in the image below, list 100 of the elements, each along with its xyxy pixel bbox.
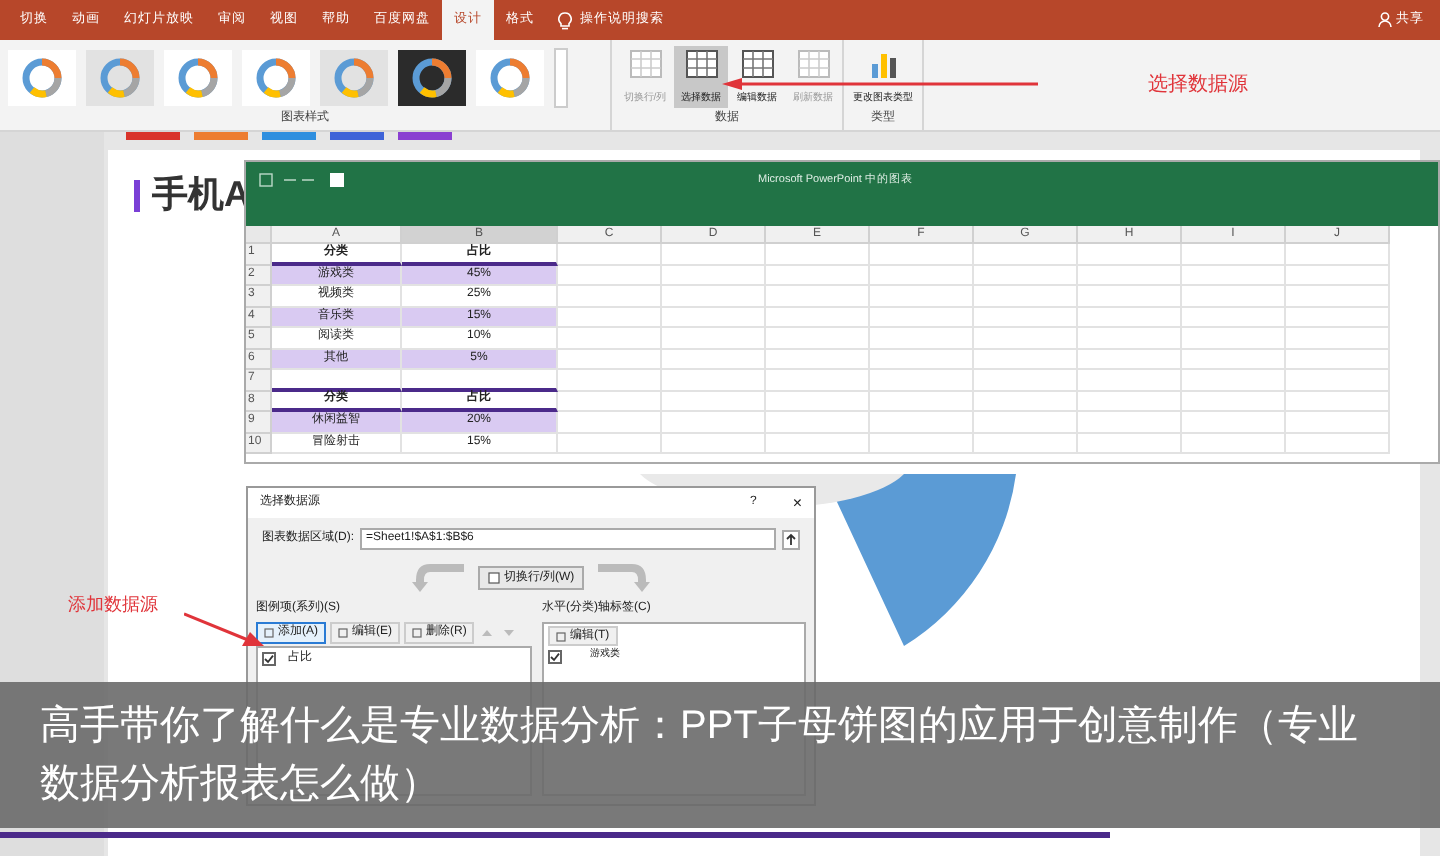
table-cell[interactable]	[1078, 349, 1182, 370]
table-cell[interactable]	[766, 244, 870, 265]
table-cell[interactable]	[558, 328, 662, 349]
table-cell[interactable]	[1286, 391, 1390, 412]
color-swatch[interactable]	[262, 132, 316, 140]
color-swatch[interactable]	[126, 132, 180, 140]
chart-style-thumbnail[interactable]	[398, 50, 466, 106]
table-cell[interactable]	[662, 307, 766, 328]
table-cell[interactable]	[558, 433, 662, 454]
table-cell[interactable]	[662, 244, 766, 265]
table-cell[interactable]	[1078, 433, 1182, 454]
table-cell[interactable]	[974, 307, 1078, 328]
table-cell[interactable]	[870, 433, 974, 454]
table-cell[interactable]	[870, 349, 974, 370]
select-all-corner[interactable]	[246, 226, 272, 244]
chart-style-thumbnail[interactable]	[8, 50, 76, 106]
table-cell[interactable]	[662, 370, 766, 391]
table-cell[interactable]	[1182, 433, 1286, 454]
table-cell[interactable]	[766, 286, 870, 307]
table-cell[interactable]	[870, 391, 974, 412]
chart-style-thumbnail[interactable]	[242, 50, 310, 106]
table-cell[interactable]	[1182, 328, 1286, 349]
table-cell[interactable]	[1078, 391, 1182, 412]
table-cell[interactable]	[1182, 370, 1286, 391]
table-cell[interactable]	[870, 244, 974, 265]
table-cell[interactable]	[1182, 286, 1286, 307]
table-cell[interactable]	[1182, 349, 1286, 370]
table-cell[interactable]	[1286, 349, 1390, 370]
table-cell[interactable]	[1078, 412, 1182, 433]
table-cell[interactable]	[766, 349, 870, 370]
table-cell[interactable]	[1286, 370, 1390, 391]
table-cell[interactable]	[662, 412, 766, 433]
checkbox[interactable]	[262, 652, 276, 666]
table-cell[interactable]	[662, 328, 766, 349]
table-cell[interactable]	[766, 412, 870, 433]
table-cell[interactable]	[974, 412, 1078, 433]
table-cell[interactable]	[1078, 286, 1182, 307]
chart-style-thumbnail[interactable]	[86, 50, 154, 106]
table-cell[interactable]	[1078, 265, 1182, 286]
table-cell[interactable]	[272, 370, 402, 391]
table-cell[interactable]	[766, 433, 870, 454]
close-button[interactable]: ×	[792, 491, 802, 515]
color-swatch[interactable]	[398, 132, 452, 140]
color-swatch[interactable]	[194, 132, 248, 140]
table-cell[interactable]	[974, 265, 1078, 286]
table-cell[interactable]	[558, 349, 662, 370]
collapse-icon[interactable]	[782, 529, 800, 549]
table-cell[interactable]	[558, 370, 662, 391]
table-cell[interactable]	[1286, 265, 1390, 286]
table-cell[interactable]	[870, 286, 974, 307]
table-cell[interactable]	[766, 307, 870, 328]
table-cell[interactable]	[870, 370, 974, 391]
table-cell[interactable]	[558, 265, 662, 286]
table-cell[interactable]	[1286, 307, 1390, 328]
table-cell[interactable]	[1078, 328, 1182, 349]
table-cell[interactable]	[558, 391, 662, 412]
table-cell[interactable]	[974, 244, 1078, 265]
table-cell[interactable]	[974, 370, 1078, 391]
table-cell[interactable]	[766, 370, 870, 391]
color-swatch[interactable]	[330, 132, 384, 140]
table-cell[interactable]	[974, 286, 1078, 307]
table-cell[interactable]	[662, 286, 766, 307]
table-cell[interactable]	[402, 370, 558, 391]
table-cell[interactable]	[1182, 244, 1286, 265]
chart-style-thumbnail[interactable]	[164, 50, 232, 106]
table-cell[interactable]	[1286, 328, 1390, 349]
table-cell[interactable]	[766, 265, 870, 286]
table-cell[interactable]	[870, 265, 974, 286]
table-cell[interactable]	[1182, 307, 1286, 328]
table-cell[interactable]	[1286, 412, 1390, 433]
table-cell[interactable]	[974, 391, 1078, 412]
table-cell[interactable]	[558, 286, 662, 307]
table-cell[interactable]	[1286, 433, 1390, 454]
table-cell[interactable]	[1182, 391, 1286, 412]
table-cell[interactable]	[1182, 265, 1286, 286]
table-cell[interactable]	[662, 391, 766, 412]
table-cell[interactable]	[766, 328, 870, 349]
table-cell[interactable]	[974, 328, 1078, 349]
table-cell[interactable]	[1286, 286, 1390, 307]
table-cell[interactable]	[1078, 370, 1182, 391]
table-cell[interactable]	[870, 307, 974, 328]
table-cell[interactable]	[870, 328, 974, 349]
table-cell[interactable]	[662, 433, 766, 454]
table-cell[interactable]	[662, 349, 766, 370]
table-cell[interactable]	[870, 412, 974, 433]
checkbox[interactable]	[548, 649, 562, 663]
chart-style-thumbnail[interactable]	[476, 50, 544, 106]
table-cell[interactable]	[974, 349, 1078, 370]
gallery-scrollbar[interactable]	[554, 48, 568, 108]
table-cell[interactable]	[1078, 244, 1182, 265]
table-cell[interactable]	[558, 307, 662, 328]
table-cell[interactable]	[662, 265, 766, 286]
table-cell[interactable]	[974, 433, 1078, 454]
table-cell[interactable]	[558, 244, 662, 265]
table-cell[interactable]	[558, 412, 662, 433]
chart-style-thumbnail[interactable]	[320, 50, 388, 106]
table-cell[interactable]	[766, 391, 870, 412]
table-cell[interactable]	[1078, 307, 1182, 328]
table-cell[interactable]	[1286, 244, 1390, 265]
table-cell[interactable]	[1182, 412, 1286, 433]
